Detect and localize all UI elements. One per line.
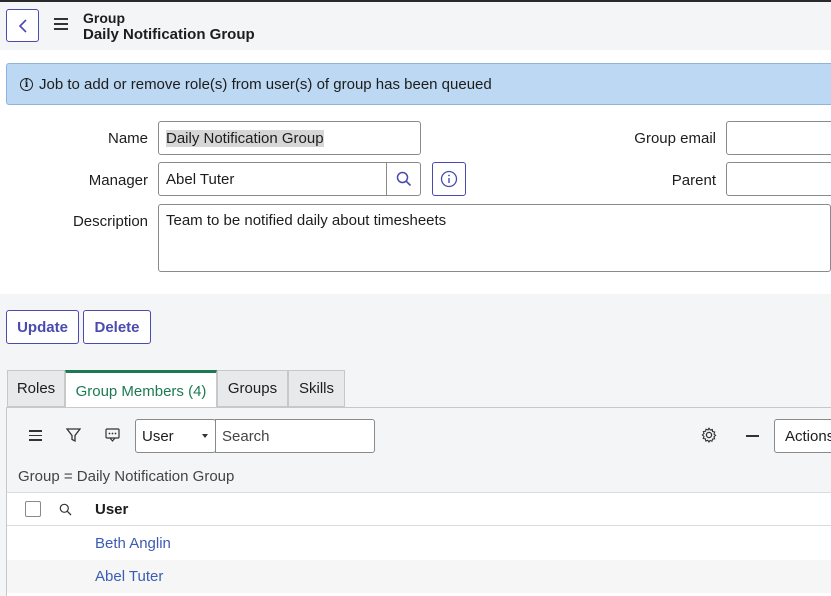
search-icon — [396, 171, 411, 187]
update-button[interactable]: Update — [6, 310, 79, 344]
form-actions: Update Delete — [0, 294, 831, 364]
search-icon[interactable] — [59, 503, 72, 516]
actions-select-label: Actions — [785, 427, 831, 445]
manager-label: Manager — [88, 172, 148, 189]
tab-roles[interactable]: Roles — [7, 370, 65, 407]
list-menu-icon[interactable] — [29, 430, 42, 441]
group-email-label: Group email — [634, 130, 716, 147]
user-link[interactable]: Beth Anglin — [95, 535, 171, 552]
group-members-list: User Beth Anglin Abel Tuter — [6, 492, 831, 596]
info-icon: i — [20, 77, 33, 91]
record-name-title: Daily Notification Group — [83, 26, 255, 43]
manager-value: Abel Tuter — [166, 170, 235, 188]
info-message-text: Job to add or remove role(s) from user(s… — [39, 75, 492, 93]
description-field[interactable]: Team to be notified daily about timeshee… — [158, 204, 831, 272]
user-link[interactable]: Abel Tuter — [95, 568, 163, 585]
chevron-down-icon — [202, 434, 208, 438]
page-header: Group Daily Notification Group — [0, 2, 831, 50]
manager-field[interactable]: Abel Tuter — [158, 162, 387, 196]
filter-breadcrumb: Group = Daily Notification Group — [6, 460, 831, 492]
name-field[interactable]: Daily Notification Group — [158, 121, 421, 155]
form-container: i Job to add or remove role(s) from user… — [0, 50, 831, 294]
list-toolbar: User Actions — [6, 407, 831, 460]
description-value: Team to be notified daily about timeshee… — [166, 212, 447, 229]
select-all-checkbox[interactable] — [25, 501, 41, 517]
manager-info-button[interactable] — [432, 162, 466, 196]
tab-skills[interactable]: Skills — [288, 370, 345, 407]
list-search-input[interactable] — [215, 419, 375, 453]
info-message: i Job to add or remove role(s) from user… — [6, 63, 831, 105]
tab-group-members[interactable]: Group Members (4) — [65, 370, 217, 409]
collapse-icon[interactable] — [746, 435, 759, 437]
related-lists-tabs: Roles Group Members (4) Groups Skills — [0, 364, 831, 409]
record-type-title: Group — [83, 10, 125, 26]
filter-icon[interactable] — [66, 428, 81, 443]
column-header-user[interactable]: User — [95, 501, 128, 518]
delete-button[interactable]: Delete — [83, 310, 151, 344]
manager-lookup-button[interactable] — [386, 162, 421, 196]
parent-label: Parent — [671, 172, 716, 189]
search-field-select-value: User — [142, 427, 174, 445]
chevron-left-icon — [18, 18, 27, 33]
gear-icon[interactable] — [701, 427, 717, 443]
table-row: Abel Tuter — [7, 560, 831, 593]
back-button[interactable] — [6, 9, 39, 42]
info-icon — [440, 170, 458, 188]
name-label: Name — [107, 130, 148, 147]
actions-select[interactable]: Actions — [774, 419, 831, 453]
list-header-row: User — [7, 493, 831, 526]
description-label: Description — [72, 213, 148, 230]
search-field-select[interactable]: User — [135, 419, 216, 453]
context-menu-icon[interactable] — [54, 18, 68, 33]
filter-breadcrumb-text[interactable]: Group = Daily Notification Group — [18, 468, 234, 485]
tab-groups[interactable]: Groups — [217, 370, 288, 407]
group-by-icon[interactable] — [105, 428, 120, 442]
name-value: Daily Notification Group — [166, 129, 324, 147]
parent-field[interactable] — [726, 162, 831, 196]
table-row: Beth Anglin — [7, 527, 831, 560]
group-email-field[interactable] — [726, 121, 831, 155]
